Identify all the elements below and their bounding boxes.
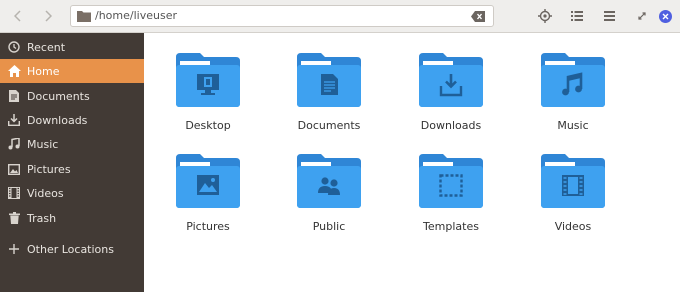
video-icon (7, 186, 21, 200)
sidebar-item-label: Home (27, 64, 60, 78)
chevron-right-icon (45, 10, 52, 22)
clear-icon[interactable] (471, 11, 485, 22)
view-list-icon (571, 11, 583, 21)
picture-icon (7, 162, 21, 176)
document-icon (7, 89, 21, 103)
folder-icon (297, 53, 361, 107)
sidebar-item-other-locations[interactable]: Other Locations (0, 237, 144, 261)
forward-button[interactable] (38, 6, 58, 26)
sidebar: Recent Home Documents Downloads Music Pi… (0, 33, 144, 292)
folder-documents[interactable]: Documents (279, 53, 379, 139)
folder-label: Music (557, 119, 589, 132)
download-icon (7, 113, 21, 127)
sidebar-item-home[interactable]: Home (0, 59, 144, 83)
close-icon (658, 9, 672, 23)
plus-icon (7, 242, 21, 256)
folder-icon (297, 154, 361, 208)
clock-icon (7, 40, 21, 54)
trash-icon (7, 211, 21, 225)
sidebar-item-pictures[interactable]: Pictures (0, 157, 144, 181)
sidebar-item-recent[interactable]: Recent (0, 35, 144, 59)
folder-label: Templates (423, 220, 479, 233)
file-view: Desktop Documents Downloads Music Pictur… (144, 33, 680, 292)
location-path: /home/liveuser (95, 9, 177, 22)
menu-button[interactable] (599, 6, 619, 26)
sidebar-item-label: Recent (27, 40, 66, 54)
location-bar[interactable]: /home/liveuser (70, 5, 494, 27)
sidebar-item-label: Videos (27, 186, 64, 200)
sidebar-item-label: Pictures (27, 162, 71, 176)
picture-icon (197, 175, 219, 195)
folder-label: Documents (297, 119, 361, 132)
folder-downloads[interactable]: Downloads (401, 53, 501, 139)
folder-icon (419, 154, 483, 208)
folder-label: Desktop (185, 119, 231, 132)
close-button[interactable] (655, 6, 675, 26)
folder-public[interactable]: Public (279, 154, 379, 240)
chevron-left-icon (14, 10, 21, 22)
locate-icon (538, 9, 552, 23)
sidebar-item-music[interactable]: Music (0, 132, 144, 156)
sidebar-item-documents[interactable]: Documents (0, 84, 144, 108)
menu-icon (603, 11, 615, 21)
folder-icon (176, 53, 240, 107)
folder-label: Pictures (186, 220, 230, 233)
folder-pictures[interactable]: Pictures (158, 154, 258, 240)
folder-icon (419, 53, 483, 107)
folder-templates[interactable]: Templates (401, 154, 501, 240)
folder-videos[interactable]: Videos (523, 154, 623, 240)
video-icon (562, 175, 584, 196)
folder-icon (77, 11, 91, 22)
back-button[interactable] (8, 6, 28, 26)
folder-music[interactable]: Music (523, 53, 623, 139)
folder-label: Public (312, 220, 346, 233)
document-icon (321, 74, 338, 95)
restore-icon (638, 12, 646, 20)
sidebar-item-label: Music (27, 137, 59, 151)
restore-button[interactable] (632, 6, 652, 26)
music-icon (7, 137, 21, 151)
folder-label: Videos (554, 220, 592, 233)
sidebar-item-trash[interactable]: Trash (0, 206, 144, 230)
sidebar-item-label: Downloads (27, 113, 88, 127)
folder-icon (541, 154, 605, 208)
view-list-button[interactable] (567, 6, 587, 26)
sidebar-item-downloads[interactable]: Downloads (0, 108, 144, 132)
folder-icon (176, 154, 240, 208)
home-icon (7, 64, 21, 78)
folder-icon (541, 53, 605, 107)
sidebar-item-label: Documents (27, 89, 90, 103)
sidebar-item-label: Trash (27, 211, 57, 225)
sidebar-item-label: Other Locations (27, 242, 114, 256)
header-bar: /home/liveuser (0, 0, 680, 33)
folder-label: Downloads (420, 119, 482, 132)
sidebar-item-videos[interactable]: Videos (0, 181, 144, 205)
locate-button[interactable] (535, 6, 555, 26)
folder-desktop[interactable]: Desktop (158, 53, 258, 139)
